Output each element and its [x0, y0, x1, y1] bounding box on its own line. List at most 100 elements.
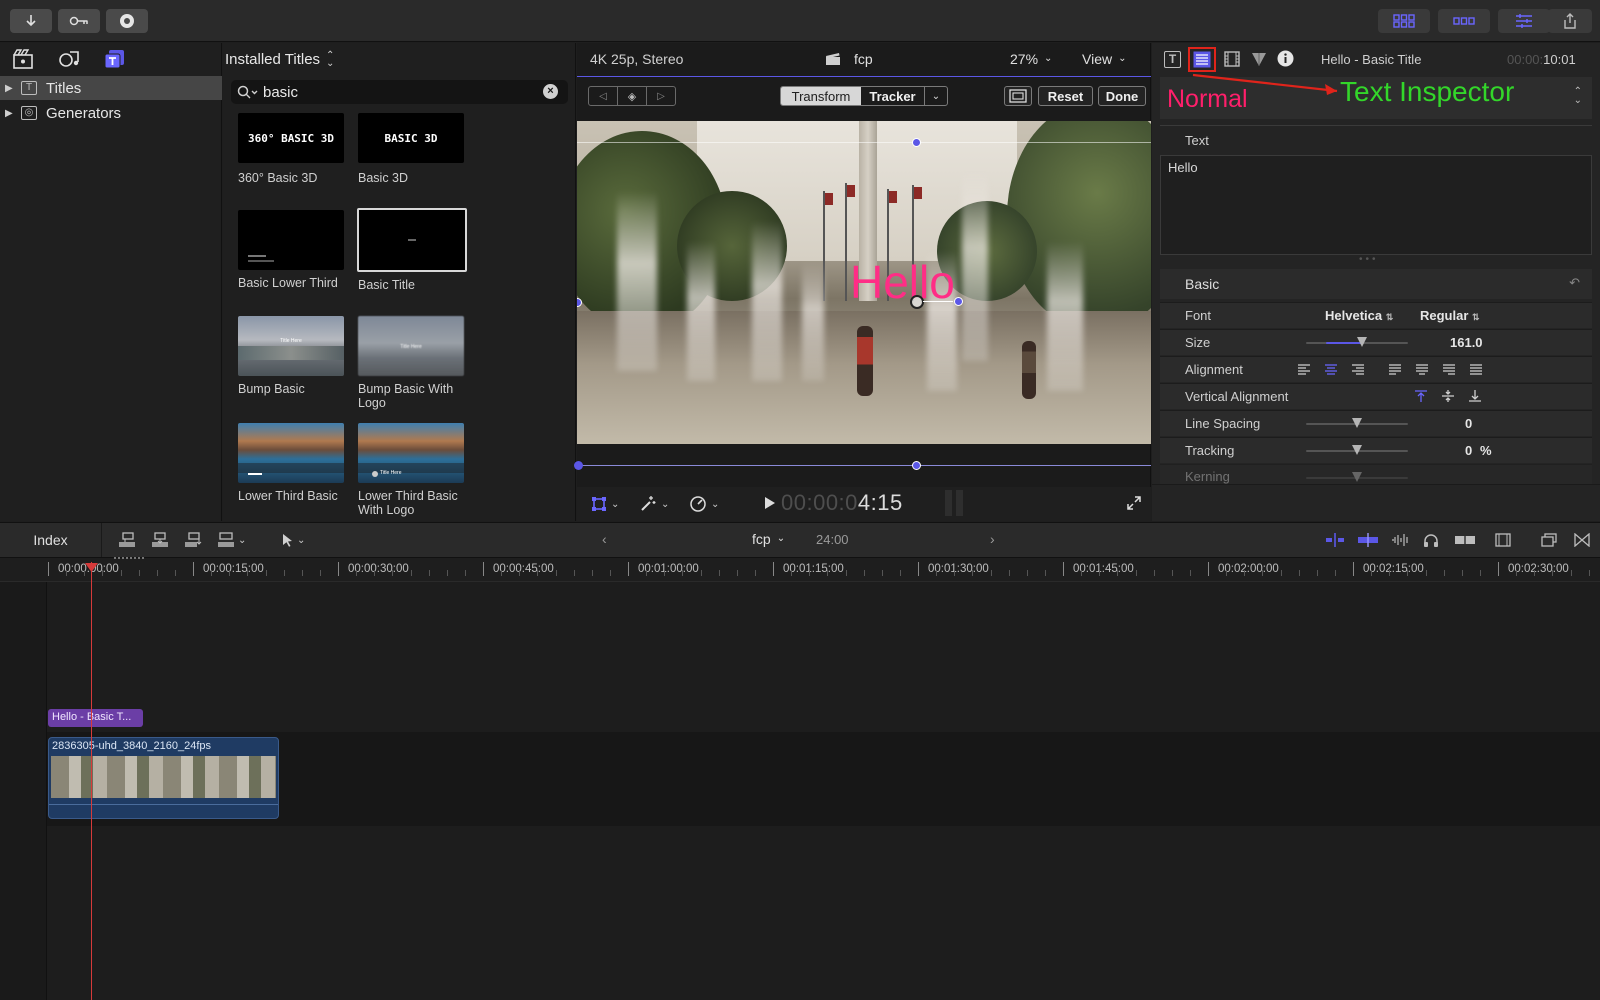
align-bottom-icon[interactable] — [1469, 390, 1481, 402]
timeline-index-toggle[interactable] — [1541, 533, 1557, 547]
timeline-ruler[interactable]: 00:00:00:00 00:00:15:00 00:00:30:00 00:00:4… — [0, 558, 1600, 582]
add-keyframe-icon[interactable]: ◈ — [618, 87, 647, 105]
align-center-icon[interactable] — [1325, 364, 1337, 375]
audio-meters-icon[interactable] — [945, 490, 963, 516]
installed-titles-popup[interactable]: Installed Titles ⌃ ⌄ — [225, 50, 334, 68]
title-item-basic-lower-third[interactable]: Basic Lower Third — [238, 210, 354, 290]
slider-knob[interactable] — [1357, 337, 1367, 347]
title-item-basic-title[interactable]: Basic Title — [357, 208, 474, 292]
justify-left-icon[interactable] — [1389, 364, 1401, 375]
append-clip-button[interactable] — [184, 532, 202, 548]
skimming-button[interactable] — [1325, 533, 1345, 547]
timeline-layout-button[interactable] — [1438, 9, 1490, 33]
align-right-icon[interactable] — [1352, 364, 1364, 375]
browser-layout-button[interactable] — [1378, 9, 1430, 33]
zoom-to-fit-button[interactable] — [1454, 533, 1476, 547]
clip-appearance-button[interactable] — [1495, 533, 1511, 547]
text-editor-field[interactable]: Hello — [1160, 155, 1592, 255]
tab-tracker[interactable]: Tracker — [861, 87, 925, 105]
overwrite-clip-popup[interactable]: ⌄ — [217, 532, 246, 548]
keyword-button[interactable] — [58, 9, 100, 33]
previous-keyframe-icon[interactable]: ◁ — [589, 87, 618, 105]
color-inspector-tab-icon[interactable] — [1251, 51, 1267, 67]
background-tasks-button[interactable] — [106, 9, 148, 33]
next-keyframe-icon[interactable]: ▷ — [647, 87, 675, 105]
justify-right-icon[interactable] — [1443, 364, 1455, 375]
play-button[interactable] — [764, 495, 776, 511]
align-top-icon[interactable] — [1415, 390, 1427, 402]
fullscreen-button[interactable] — [1127, 496, 1141, 510]
transform-handle[interactable] — [912, 138, 921, 147]
justify-center-icon[interactable] — [1416, 364, 1428, 375]
connect-clip-button[interactable] — [118, 532, 136, 548]
video-clip[interactable]: 2836305-uhd_3840_2160_24fps — [48, 737, 279, 819]
zoom-popup[interactable]: 27% ⌄ — [1010, 51, 1052, 67]
disclosure-triangle-icon[interactable]: ▶ — [5, 108, 15, 119]
title-inspector-tab-icon[interactable]: T — [1164, 51, 1181, 68]
tab-transform[interactable]: Transform — [781, 87, 861, 105]
select-tool-popup[interactable]: ⌄ — [282, 533, 305, 547]
font-style-popup[interactable]: Regular ⇅ — [1420, 308, 1480, 323]
tracking-value[interactable]: 0 — [1465, 443, 1472, 458]
sidebar-item-titles[interactable]: ▶ T Titles — [0, 76, 222, 100]
search-input[interactable]: basic — [263, 84, 298, 101]
clear-search-icon[interactable]: × — [543, 84, 558, 99]
insert-clip-button[interactable] — [151, 532, 169, 548]
view-popup[interactable]: View ⌄ — [1082, 51, 1126, 67]
title-item-bump-basic-with-logo[interactable]: Title Here Bump Basic With Logo — [358, 316, 474, 410]
align-left-icon[interactable] — [1298, 364, 1310, 375]
snapping-button[interactable] — [1357, 533, 1379, 547]
titles-generators-tab-icon[interactable] — [104, 49, 126, 69]
timecode-display[interactable]: 00:00:04:15 — [781, 490, 903, 516]
overlay-toggle-button[interactable] — [1004, 86, 1032, 106]
justify-full-icon[interactable] — [1470, 364, 1482, 375]
reset-button[interactable]: Reset — [1038, 86, 1093, 106]
title-item-360-basic-3d[interactable]: 360° BASIC 3D 360° Basic 3D — [238, 113, 354, 185]
video-frame[interactable]: Hello — [577, 121, 1151, 444]
search-field[interactable]: basic × — [231, 80, 568, 104]
range-handle-icon[interactable] — [114, 557, 144, 559]
title-clip[interactable]: Hello - Basic T... — [48, 709, 143, 727]
reset-parameter-icon[interactable]: ↶ — [1569, 275, 1580, 291]
project-popup[interactable]: fcp ⌄ — [752, 531, 785, 547]
audio-skimming-button[interactable] — [1391, 533, 1411, 547]
video-inspector-tab-icon[interactable] — [1224, 51, 1240, 67]
title-item-lower-third-basic-with-logo[interactable]: Title Here Lower Third Basic With Logo — [358, 423, 474, 517]
libraries-tab-icon[interactable] — [12, 49, 34, 69]
share-button[interactable] — [1548, 9, 1592, 33]
title-item-bump-basic[interactable]: Title Here Bump Basic — [238, 316, 354, 396]
basic-section-header[interactable]: Basic ↶ — [1160, 269, 1592, 299]
done-button[interactable]: Done — [1098, 86, 1146, 106]
info-inspector-tab-icon[interactable] — [1277, 50, 1294, 67]
transform-tool-popup[interactable]: ⌄ — [591, 496, 619, 512]
slider-knob[interactable] — [1352, 445, 1362, 455]
inspector-layout-button[interactable] — [1498, 9, 1550, 33]
enhancements-popup[interactable]: ⌄ — [639, 495, 669, 513]
import-button[interactable] — [10, 9, 52, 33]
title-item-lower-third-basic[interactable]: Lower Third Basic — [238, 423, 354, 503]
playhead[interactable] — [91, 562, 92, 1000]
effects-browser-toggle[interactable] — [1574, 533, 1590, 547]
line-spacing-value[interactable]: 0 — [1465, 416, 1472, 431]
chevron-down-icon[interactable]: ⌄ — [925, 87, 947, 105]
transform-handle[interactable] — [574, 461, 583, 470]
transform-handle[interactable] — [577, 298, 582, 307]
anchor-point-icon[interactable] — [910, 295, 924, 309]
next-project-icon[interactable]: › — [990, 531, 995, 547]
disclosure-triangle-icon[interactable]: ▶ — [5, 83, 15, 94]
sidebar-item-generators[interactable]: ▶ ◎ Generators — [0, 101, 222, 125]
transform-handle[interactable] — [912, 461, 921, 470]
rotation-handle[interactable] — [954, 297, 963, 306]
slider-knob[interactable] — [1352, 472, 1362, 482]
index-button[interactable]: Index — [0, 523, 102, 557]
align-middle-icon[interactable] — [1442, 390, 1454, 402]
solo-button[interactable] — [1423, 533, 1439, 547]
resize-handle-icon[interactable]: ••• — [1359, 255, 1389, 265]
title-item-basic-3d[interactable]: BASIC 3D Basic 3D — [358, 113, 474, 185]
text-inspector-tab-icon[interactable] — [1193, 51, 1211, 68]
photos-audio-tab-icon[interactable] — [58, 49, 80, 69]
font-family-popup[interactable]: Helvetica ⇅ — [1325, 308, 1393, 323]
size-value[interactable]: 161.0 — [1450, 335, 1483, 350]
previous-project-icon[interactable]: ‹ — [602, 531, 607, 547]
retime-popup[interactable]: ⌄ — [689, 495, 719, 513]
